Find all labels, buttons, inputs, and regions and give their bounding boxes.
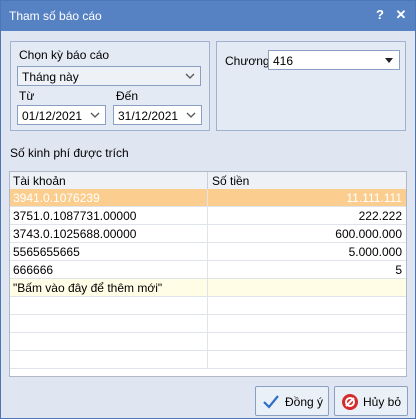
- cancel-button[interactable]: Hủy bỏ: [334, 386, 408, 416]
- column-header-amount[interactable]: Số tiền: [212, 174, 249, 188]
- cancel-button-label: Hủy bỏ: [363, 395, 402, 409]
- table-row[interactable]: 3941.0.1076239 11.111.111: [10, 189, 406, 207]
- report-period-group: Chọn kỳ báo cáo Tháng này Từ Đến 01/12/2…: [10, 41, 210, 131]
- ok-button-label: Đồng ý: [285, 395, 324, 409]
- chapter-select[interactable]: 416: [268, 50, 400, 70]
- amount-cell: 600.000.000: [335, 227, 402, 241]
- account-cell: 3751.0.1087731.00000: [13, 209, 137, 223]
- column-divider: [207, 333, 208, 351]
- amount-cell: 11.111.111: [346, 191, 402, 205]
- from-date-picker[interactable]: 01/12/2021: [17, 105, 106, 125]
- cancel-icon: [342, 394, 358, 410]
- empty-row[interactable]: [10, 315, 406, 333]
- from-label: Từ: [19, 89, 35, 103]
- column-divider: [207, 297, 208, 315]
- to-label: Đến: [116, 89, 139, 103]
- dialog-title: Tham số báo cáo: [9, 9, 102, 23]
- to-date-value: 31/12/2021: [118, 109, 179, 123]
- report-period-select[interactable]: Tháng này: [17, 66, 201, 86]
- account-cell: 666666: [13, 263, 54, 277]
- column-divider: [207, 207, 208, 225]
- close-icon[interactable]: ✕: [393, 7, 409, 23]
- chapter-group: Chương 416: [216, 41, 406, 131]
- checkmark-icon: [263, 395, 279, 409]
- caret-down-icon: [385, 58, 393, 63]
- empty-row[interactable]: [10, 297, 406, 315]
- account-cell: 5565655665: [13, 245, 80, 259]
- report-period-label: Chọn kỳ báo cáo: [19, 48, 110, 62]
- column-divider: [207, 315, 208, 333]
- column-divider: [207, 351, 208, 369]
- chevron-down-icon: [186, 112, 196, 118]
- add-new-row[interactable]: "Bấm vào đây để thêm mới": [10, 279, 406, 297]
- empty-row[interactable]: [10, 333, 406, 351]
- amount-cell: 5.000.000: [348, 245, 402, 259]
- chevron-down-icon: [90, 112, 100, 118]
- column-divider: [207, 225, 208, 243]
- funding-grid: Tài khoản Số tiền 3941.0.1076239 11.111.…: [9, 171, 407, 377]
- chevron-down-icon: [185, 73, 195, 79]
- from-date-value: 01/12/2021: [22, 109, 83, 123]
- column-divider: [207, 261, 208, 279]
- column-divider: [207, 279, 208, 297]
- chapter-label: Chương: [225, 54, 270, 68]
- table-row[interactable]: 3751.0.1087731.00000 222.222: [10, 207, 406, 225]
- table-row[interactable]: 3743.0.1025688.00000 600.000.000: [10, 225, 406, 243]
- amount-cell: 222.222: [358, 209, 402, 223]
- grid-header: Tài khoản Số tiền: [10, 172, 406, 190]
- table-row[interactable]: 5565655665 5.000.000: [10, 243, 406, 261]
- amount-cell: 5: [395, 263, 402, 277]
- report-period-value: Tháng này: [22, 70, 79, 84]
- empty-row[interactable]: [10, 351, 406, 369]
- column-divider: [207, 189, 208, 207]
- account-cell: 3743.0.1025688.00000: [13, 227, 137, 241]
- to-date-picker[interactable]: 31/12/2021: [113, 105, 202, 125]
- chapter-value: 416: [273, 54, 294, 68]
- title-bar: Tham số báo cáo ? ✕: [1, 1, 415, 31]
- column-header-account[interactable]: Tài khoản: [13, 174, 66, 188]
- ok-button[interactable]: Đồng ý: [255, 386, 329, 416]
- table-row[interactable]: 666666 5: [10, 261, 406, 279]
- funding-section-title: Số kinh phí được trích: [10, 146, 129, 160]
- help-icon[interactable]: ?: [372, 7, 388, 23]
- account-cell: 3941.0.1076239: [13, 191, 100, 205]
- column-divider: [207, 172, 208, 189]
- column-divider: [207, 243, 208, 261]
- report-params-dialog: Tham số báo cáo ? ✕ Chọn kỳ báo cáo Thán…: [0, 0, 416, 419]
- add-new-row-text: "Bấm vào đây để thêm mới": [13, 281, 163, 295]
